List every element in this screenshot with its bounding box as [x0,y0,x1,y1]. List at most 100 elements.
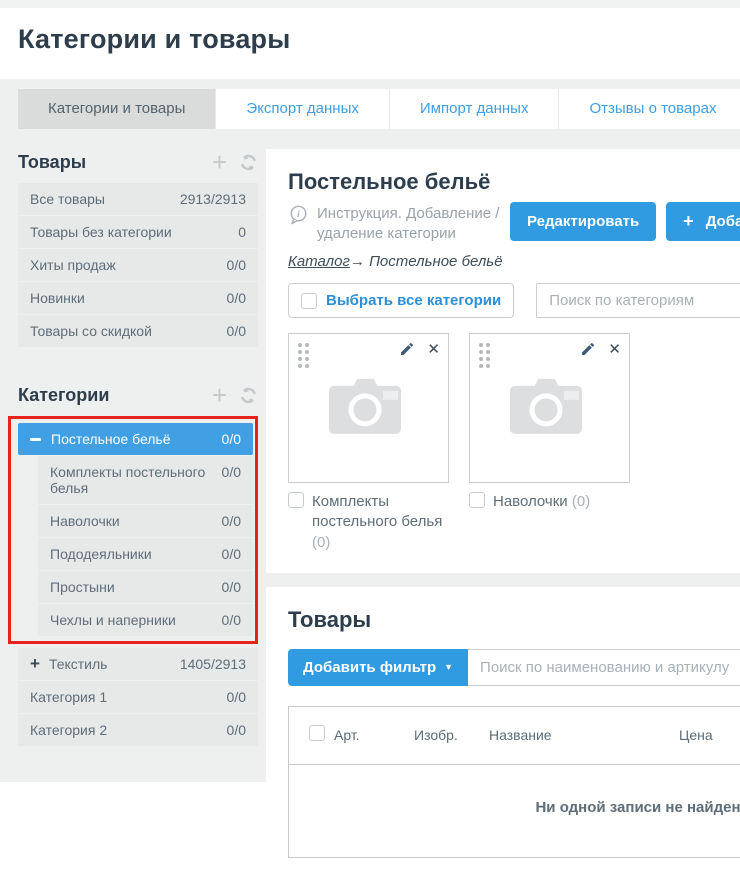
info-bubble-icon: i [288,204,309,230]
select-all-label: Выбрать все категории [326,292,501,309]
select-all-checkbox[interactable] [301,293,317,309]
sidebar: Товары + Все товары 2913/2 [18,149,258,747]
main-content: Постельное бельё i Инструкция. Добавлени… [266,149,740,878]
tree-item-count: 0/0 [222,464,241,480]
sidebar-item-no-category[interactable]: Товары без категории 0 [18,216,258,248]
category-root-list: + Текстиль 1405/2913 Категория 1 0/0 Кат… [18,648,258,746]
sidebar-item-bestsellers[interactable]: Хиты продаж 0/0 [18,249,258,281]
action-buttons: Редактировать + Добавить к [510,202,740,241]
breadcrumb-root-link[interactable]: Каталог [288,253,350,270]
select-all-categories[interactable]: Выбрать все категории [288,283,514,318]
item-label: Товары без категории [30,224,172,240]
column-header-name: Название [489,727,679,743]
camera-placeholder-icon [508,376,592,443]
sidebar-item-discounted[interactable]: Товары со скидкой 0/0 [18,315,258,347]
tree-item-count: 0/0 [222,513,241,529]
tree-item-textile[interactable]: + Текстиль 1405/2913 [18,648,258,680]
edit-icon[interactable] [580,341,596,357]
add-product-icon[interactable]: + [212,152,227,172]
tree-item-category-2[interactable]: Категория 2 0/0 [18,714,258,746]
products-widget-header: Товары + [18,149,258,175]
checkbox[interactable] [288,492,304,508]
item-label: Новинки [30,290,85,306]
tab-bar: Категории и товары Экспорт данных Импорт… [18,89,722,129]
add-button-label: Добавить к [706,213,740,230]
tree-item-label: Постельное бельё [51,431,222,447]
edit-button[interactable]: Редактировать [510,202,656,241]
delete-icon[interactable]: ✕ [608,342,621,357]
empty-table-row: Ни одной записи не найден [289,765,740,857]
tree-item-count: 0/0 [222,546,241,562]
tree-item-duvet-covers[interactable]: Пододеяльники 0/0 [38,538,253,570]
products-table-header: Арт. Изобр. Название Цена [289,707,740,765]
camera-placeholder-icon [327,376,411,443]
tree-item-count: 0/0 [222,579,241,595]
category-panel: Постельное бельё i Инструкция. Добавлени… [266,149,740,573]
content-row: Товары + Все товары 2913/2 [0,149,740,878]
checkbox[interactable] [469,492,485,508]
subcategory-checkbox-sets[interactable]: Комплекты постельного белья (0) [288,492,449,553]
categories-widget-header: Категории + [18,382,258,408]
tab-export[interactable]: Экспорт данных [215,89,388,129]
products-search-input[interactable] [468,649,740,686]
products-panel: Товары Добавить фильтр ▼ Арт. Изобр. Наз… [266,587,740,878]
edit-icon[interactable] [399,341,415,357]
tree-item-sheets[interactable]: Простыни 0/0 [38,571,253,603]
tree-item-label: Текстиль [49,656,172,672]
products-widget-title: Товары [18,152,212,173]
page-header: Категории и товары [0,8,740,79]
item-label: Товары со скидкой [30,323,152,339]
tree-children: Комплекты постельного белья 0/0 Наволочк… [18,456,253,636]
categories-widget-title: Категории [18,385,212,406]
delete-icon[interactable]: ✕ [427,342,440,357]
select-all-rows-checkbox[interactable] [309,725,325,741]
tree-item-label: Категория 2 [30,722,107,738]
subcategory-card[interactable]: ✕ [288,333,449,483]
tree-item-category-1[interactable]: Категория 1 0/0 [18,681,258,713]
drag-handle-icon[interactable] [298,343,309,368]
drag-handle-icon[interactable] [479,343,490,368]
subcategory-card[interactable]: ✕ [469,333,630,483]
add-category-icon[interactable]: + [212,385,227,405]
item-count: 2913/2913 [180,191,246,207]
subcategory-label: Наволочки [493,493,572,510]
tree-item-label: Наволочки [50,513,120,529]
collapse-icon[interactable] [30,438,41,441]
tab-reviews[interactable]: Отзывы о товарах [558,89,740,129]
refresh-products-icon[interactable] [239,153,258,172]
add-category-button[interactable]: + Добавить к [666,202,740,241]
add-filter-label: Добавить фильтр [303,659,436,676]
subcategory-label: Комплекты постельного белья [312,493,442,530]
page-title: Категории и товары [18,24,722,55]
empty-message: Ни одной записи не найден [535,799,740,816]
sidebar-item-new[interactable]: Новинки 0/0 [18,282,258,314]
products-filter-list: Все товары 2913/2913 Товары без категори… [18,183,258,347]
tree-item-sets[interactable]: Комплекты постельного белья 0/0 [38,456,253,504]
chevron-down-icon: ▼ [444,662,453,672]
category-controls: Выбрать все категории [288,283,740,318]
add-filter-button[interactable]: Добавить фильтр ▼ [288,649,468,686]
tree-item-covers[interactable]: Чехлы и наперники 0/0 [38,604,253,636]
window-top-strip [0,0,740,8]
column-header-art: Арт. [334,727,414,743]
tab-import[interactable]: Импорт данных [389,89,559,129]
refresh-categories-icon[interactable] [239,386,258,405]
tab-categories-products[interactable]: Категории и товары [18,89,215,129]
tree-item-count: 0/0 [227,689,246,705]
instruction-text: Инструкция. Добавление / удаление катего… [317,204,535,243]
products-table: Арт. Изобр. Название Цена Ни одной запис… [288,706,740,858]
breadcrumb: Каталог→ Постельное бельё [288,253,740,270]
panel-divider [266,573,740,587]
subcategory-card-labels: Комплекты постельного белья (0) Наволочк… [288,492,740,553]
tree-item-bed-linen-selected[interactable]: Постельное бельё 0/0 [18,423,253,455]
column-header-price: Цена [679,727,740,743]
item-count: 0 [238,224,246,240]
breadcrumb-arrow: → [350,253,365,270]
tree-item-count: 0/0 [227,722,246,738]
category-search-input[interactable] [536,283,740,318]
column-header-image: Изобр. [414,727,489,743]
tree-item-pillowcases[interactable]: Наволочки 0/0 [38,505,253,537]
sidebar-item-all-products[interactable]: Все товары 2913/2913 [18,183,258,215]
expand-icon[interactable]: + [30,656,40,671]
subcategory-checkbox-pillowcases[interactable]: Наволочки (0) [469,492,630,553]
